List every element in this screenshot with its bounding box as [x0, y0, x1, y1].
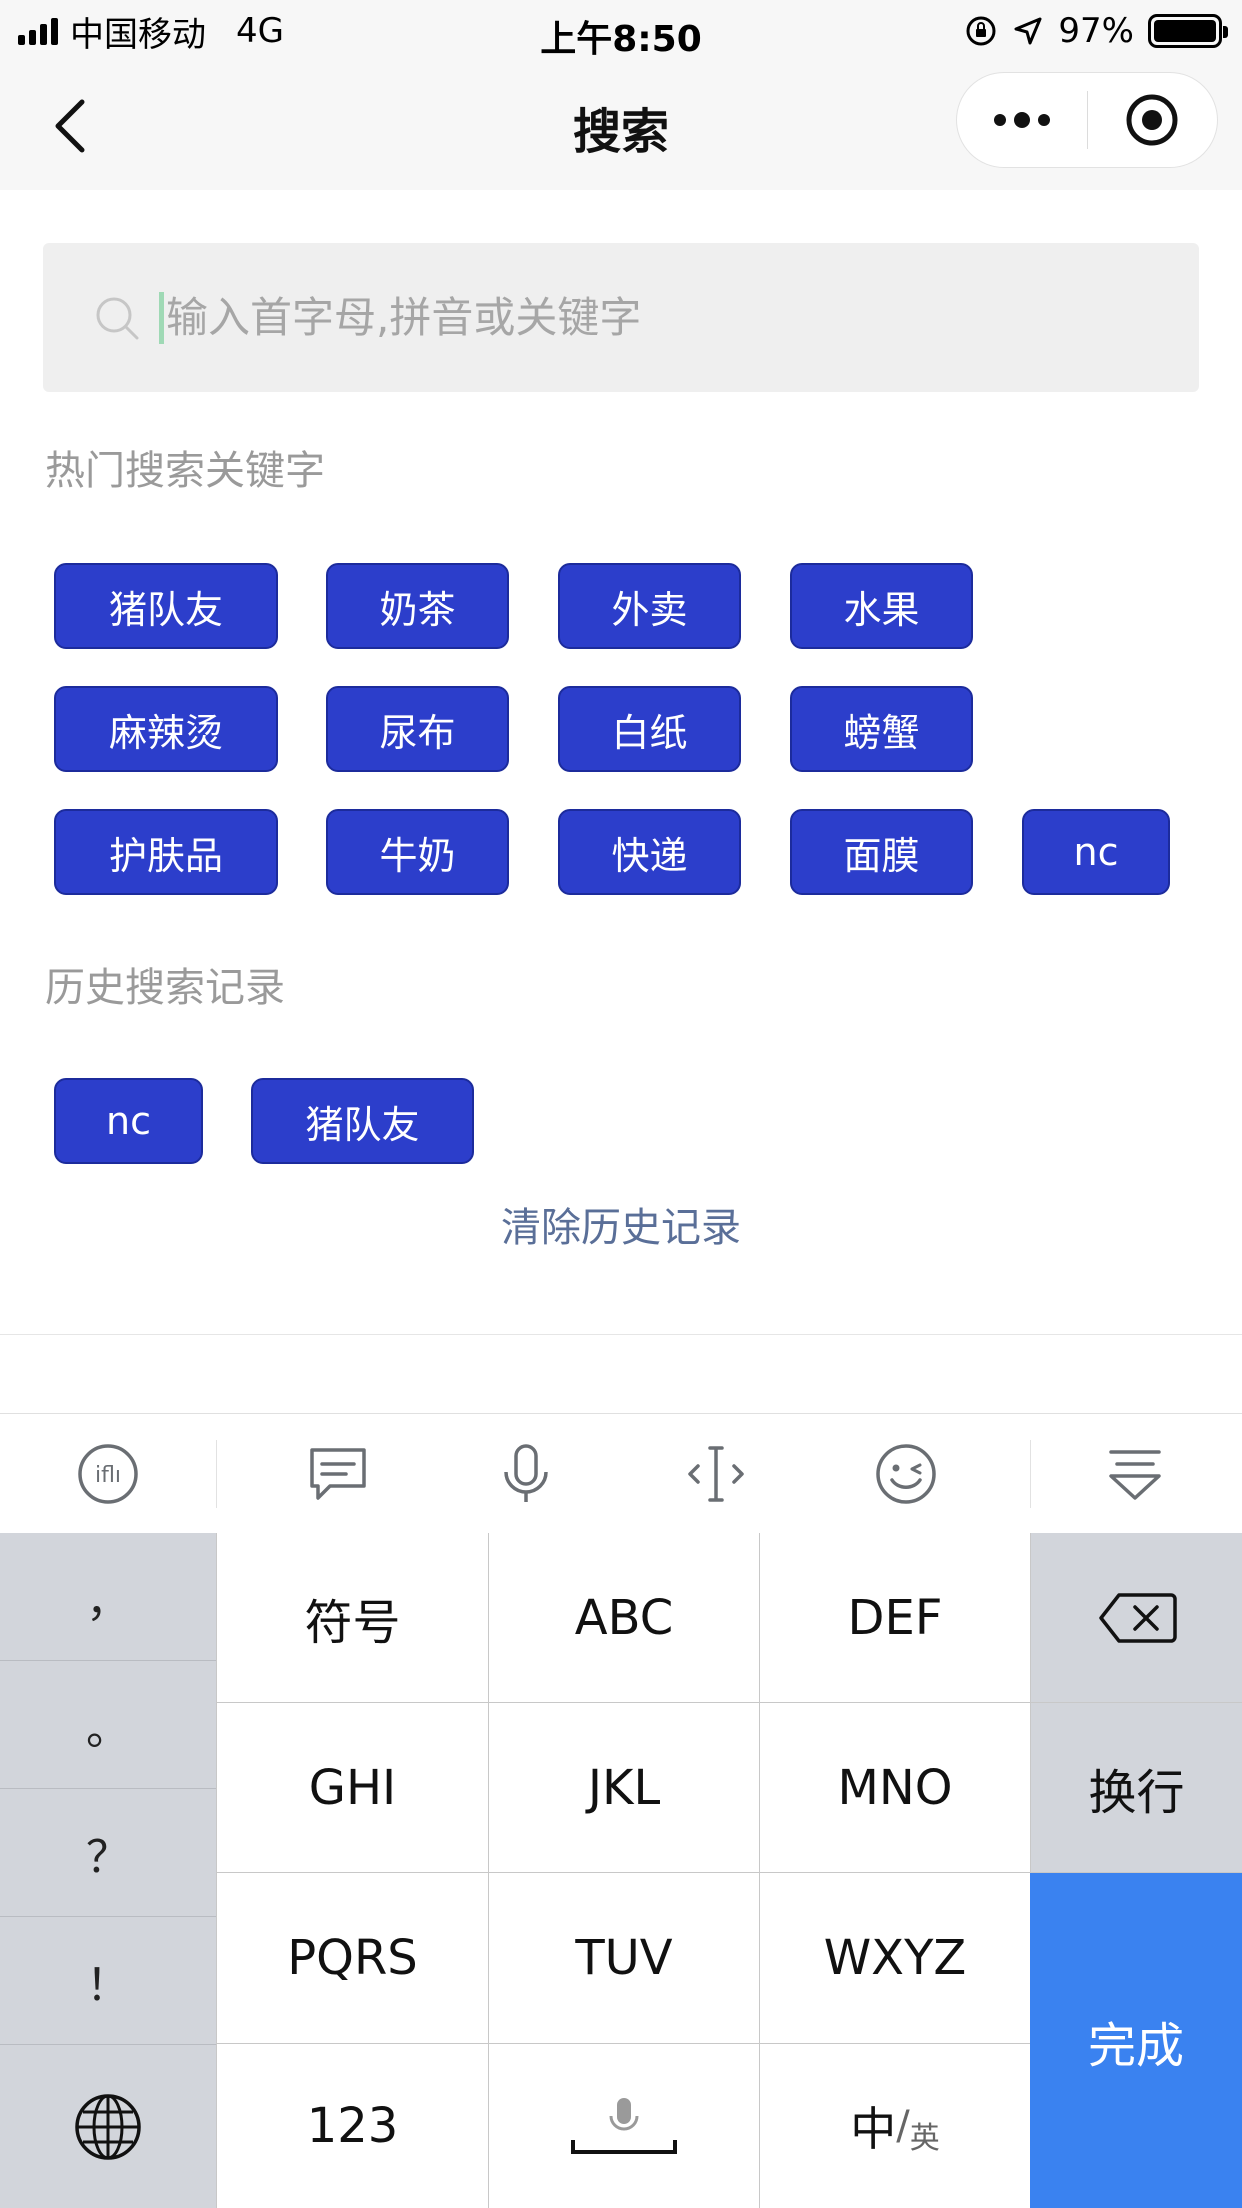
location-icon [1014, 17, 1042, 45]
emoji-button[interactable] [874, 1442, 938, 1506]
hot-tag[interactable]: 白纸 [558, 686, 741, 772]
key-pqrs[interactable]: PQRS [216, 1873, 488, 2044]
search-icon [96, 297, 139, 339]
clear-history-button[interactable]: 清除历史记录 [0, 1195, 1242, 1253]
cursor-button[interactable] [684, 1442, 748, 1506]
cursor-move-icon [688, 1446, 744, 1502]
history-tag[interactable]: 猪队友 [251, 1078, 474, 1164]
hot-tag[interactable]: 猪队友 [54, 563, 278, 649]
text-caret [159, 291, 164, 344]
mini-program-capsule [956, 72, 1218, 168]
key-globe[interactable] [0, 2045, 216, 2208]
key-exclamation[interactable]: ！ [0, 1917, 216, 2045]
hot-tag[interactable]: 护肤品 [54, 809, 278, 895]
backspace-icon [1098, 1592, 1177, 1643]
ime-logo-icon: iflı [78, 1444, 138, 1504]
status-right: 97% [964, 10, 1228, 52]
hot-tag[interactable]: 外卖 [558, 563, 741, 649]
key-tuv[interactable]: TUV [488, 1873, 759, 2044]
hot-tag[interactable]: 螃蟹 [790, 686, 973, 772]
hot-tag[interactable]: 牛奶 [326, 809, 509, 895]
hot-tag[interactable]: 面膜 [790, 809, 973, 895]
key-wxyz[interactable]: WXYZ [759, 1873, 1030, 2044]
voice-button[interactable] [494, 1442, 558, 1506]
message-button[interactable] [306, 1442, 370, 1506]
key-newline[interactable]: 换行 [1030, 1703, 1242, 1873]
space-mic-icon [571, 2098, 677, 2154]
hot-tag[interactable]: 水果 [790, 563, 973, 649]
battery-percent: 97% [1058, 11, 1134, 51]
punctuation-column: ， 。 ？ ！ [0, 1533, 216, 2208]
search-input[interactable] [166, 293, 1066, 342]
search-box[interactable] [43, 243, 1199, 392]
more-dots-icon [993, 112, 1050, 128]
divider [0, 1334, 1242, 1335]
lang-alt-label: 英 [909, 2121, 940, 2156]
chat-bubble-icon [310, 1448, 366, 1500]
key-jkl[interactable]: JKL [488, 1703, 759, 1873]
hot-tag[interactable]: 尿布 [326, 686, 509, 772]
status-bar: 中国移动 4G 上午8:50 97% [0, 0, 1242, 62]
lang-main-label: 中 [850, 2102, 897, 2156]
hot-tag[interactable]: 麻辣烫 [54, 686, 278, 772]
history-tag[interactable]: nc [54, 1078, 203, 1164]
key-done[interactable]: 完成 [1030, 1873, 1242, 2208]
close-program-button[interactable] [1088, 73, 1218, 167]
hot-tag[interactable]: 快递 [558, 809, 741, 895]
key-ghi[interactable]: GHI [216, 1703, 488, 1873]
key-space[interactable] [488, 2044, 759, 2208]
hide-keyboard-button[interactable] [1103, 1442, 1167, 1506]
ime-logo-button[interactable]: iflı [76, 1442, 140, 1506]
key-symbols[interactable]: 符号 [216, 1533, 488, 1703]
key-123[interactable]: 123 [216, 2044, 488, 2208]
key-comma[interactable]: ， [0, 1533, 216, 1661]
key-abc[interactable]: ABC [488, 1533, 759, 1703]
nav-bar: 搜索 [0, 62, 1242, 190]
key-question[interactable]: ？ [0, 1789, 216, 1917]
history-title: 历史搜索记录 [45, 965, 285, 1011]
key-mno[interactable]: MNO [759, 1703, 1030, 1873]
keyboard-toolbar: iflı [0, 1413, 1242, 1533]
key-backspace[interactable] [1030, 1533, 1242, 1703]
hot-tag[interactable]: 奶茶 [326, 563, 509, 649]
toolbar-separator [216, 1440, 217, 1508]
more-button[interactable] [957, 73, 1087, 167]
svg-text:iflı: iflı [95, 1463, 121, 1488]
battery-icon [1148, 14, 1228, 48]
microphone-icon [504, 1444, 548, 1502]
emoji-wink-icon [876, 1444, 936, 1504]
hot-tag[interactable]: nc [1022, 809, 1170, 895]
key-def[interactable]: DEF [759, 1533, 1030, 1703]
target-icon [1126, 94, 1178, 146]
hot-search-title: 热门搜索关键字 [45, 448, 325, 494]
key-period[interactable]: 。 [0, 1661, 216, 1789]
lang-separator: / [896, 2103, 910, 2149]
orientation-lock-icon [966, 16, 996, 46]
keyboard: ， 。 ？ ！ 符号 ABC DEF GHI JKL MNO 换行 PQRS T… [0, 1533, 1242, 2208]
key-language-switch[interactable]: 中 / 英 [759, 2044, 1030, 2208]
toolbar-separator [1030, 1440, 1031, 1508]
collapse-keyboard-icon [1109, 1450, 1161, 1500]
globe-icon [75, 2093, 141, 2160]
